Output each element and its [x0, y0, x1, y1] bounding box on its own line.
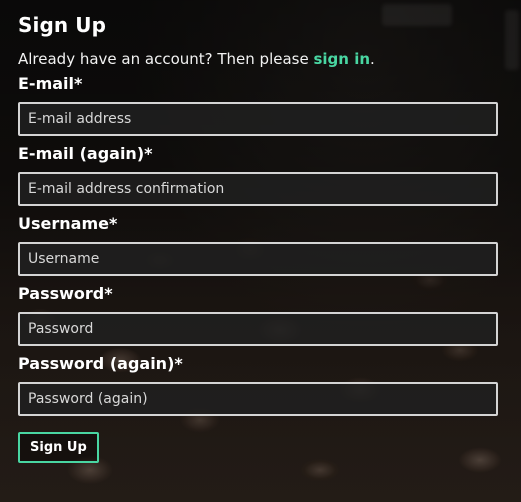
password-confirm-label: Password (again)*	[18, 354, 183, 373]
password-confirm-field-group: Password (again)*	[18, 354, 498, 416]
signin-prompt-suffix: .	[370, 50, 375, 68]
email-confirm-field-group: E-mail (again)*	[18, 144, 498, 206]
signup-form: E-mail* E-mail (again)* Username* Passwo…	[18, 74, 498, 463]
form-actions: Sign Up	[18, 432, 498, 463]
email-input[interactable]	[18, 102, 498, 136]
signin-prompt: Already have an account? Then please sig…	[18, 48, 498, 70]
signup-button[interactable]: Sign Up	[18, 432, 99, 463]
email-label: E-mail*	[18, 74, 83, 93]
email-confirm-input[interactable]	[18, 172, 498, 206]
password-confirm-input[interactable]	[18, 382, 498, 416]
email-confirm-label: E-mail (again)*	[18, 144, 153, 163]
email-field-group: E-mail*	[18, 74, 498, 136]
password-label: Password*	[18, 284, 113, 303]
signin-prompt-text: Already have an account? Then please	[18, 50, 314, 68]
username-label: Username*	[18, 214, 118, 233]
username-input[interactable]	[18, 242, 498, 276]
password-input[interactable]	[18, 312, 498, 346]
username-field-group: Username*	[18, 214, 498, 276]
page-title: Sign Up	[18, 13, 107, 37]
password-field-group: Password*	[18, 284, 498, 346]
signup-container: Sign Up Already have an account? Then pl…	[0, 0, 521, 463]
signin-link[interactable]: sign in	[313, 50, 370, 68]
